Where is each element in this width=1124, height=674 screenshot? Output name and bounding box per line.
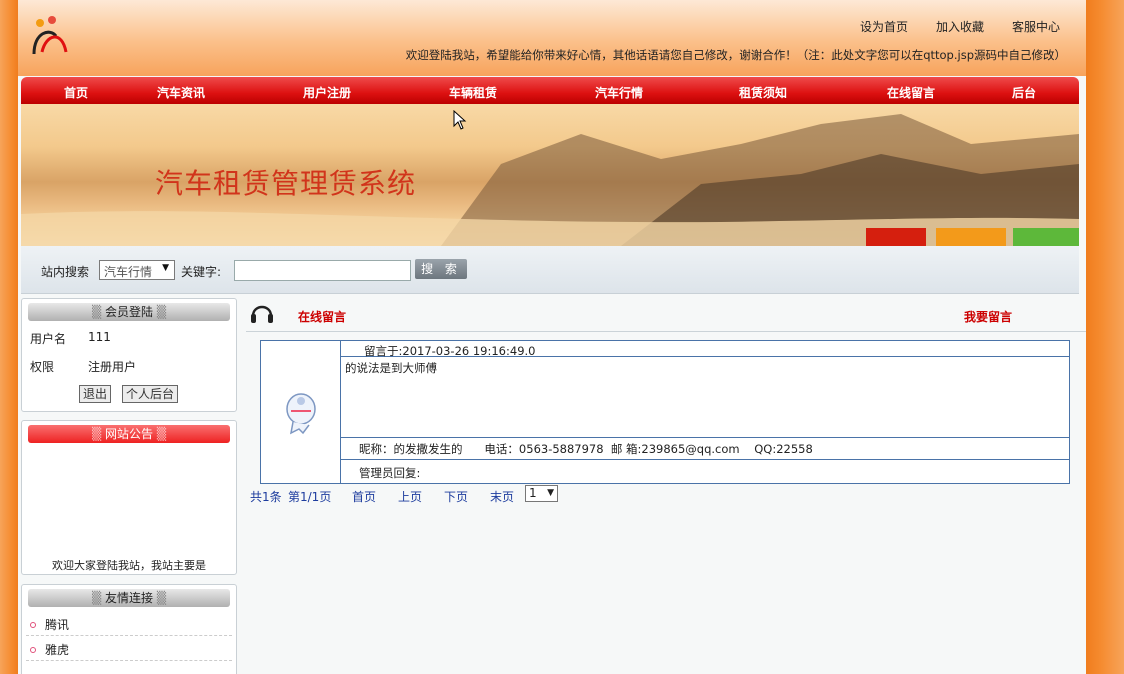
username-label: 用户名 bbox=[30, 332, 67, 346]
page-select-value: 1 bbox=[529, 486, 537, 500]
search-label: 站内搜索 bbox=[41, 265, 90, 279]
nav-admin[interactable]: 后台 bbox=[1012, 84, 1036, 101]
friend-links-panel: ▒ 友情连接 ▒ 腾讯 雅虎 bbox=[21, 584, 237, 674]
bullet-icon bbox=[30, 647, 36, 653]
keyword-label: 关键字: bbox=[181, 265, 222, 279]
search-category-select[interactable]: 汽车行情 ▼ bbox=[99, 260, 175, 280]
message-item: 留言于:2017-03-26 19:16:49.0 的说法是到大师傅 昵称：的发… bbox=[260, 340, 1070, 484]
post-message-link[interactable]: 我要留言 bbox=[964, 308, 1012, 325]
nav-car-market[interactable]: 汽车行情 bbox=[595, 84, 643, 101]
pager-last[interactable]: 末页 bbox=[490, 488, 514, 505]
role-value: 注册用户 bbox=[88, 360, 137, 374]
site-notice-panel: ▒ 网站公告 ▒ 欢迎大家登陆我站，我站主要是 bbox=[21, 420, 237, 575]
notice-scroll-text: 欢迎大家登陆我站，我站主要是 bbox=[52, 560, 206, 572]
logout-button[interactable]: 退出 bbox=[79, 385, 112, 403]
nav-register[interactable]: 用户注册 bbox=[303, 84, 351, 101]
admin-reply-label: 管理员回复: bbox=[359, 466, 421, 480]
message-time: 留言于:2017-03-26 19:16:49.0 bbox=[364, 344, 536, 358]
headphones-icon bbox=[251, 305, 273, 323]
role-label: 权限 bbox=[30, 360, 55, 374]
banner: 汽车租赁管理赁系统 bbox=[21, 104, 1079, 246]
nav-home[interactable]: 首页 bbox=[64, 84, 88, 101]
banner-title: 汽车租赁管理赁系统 bbox=[155, 167, 417, 200]
username-value: 111 bbox=[88, 330, 111, 344]
nav-rental-notice[interactable]: 租赁须知 bbox=[739, 84, 787, 101]
bullet-icon bbox=[30, 622, 36, 628]
avatar bbox=[286, 393, 316, 435]
pager-next[interactable]: 下页 bbox=[444, 488, 468, 505]
page-select[interactable]: 1 ▼ bbox=[525, 485, 558, 502]
pager-total: 共1条 bbox=[250, 490, 282, 504]
personal-center-button[interactable]: 个人后台 bbox=[122, 385, 179, 403]
pager-page: 第1/1页 bbox=[288, 490, 332, 504]
add-favorite-link[interactable]: 加入收藏 bbox=[936, 18, 984, 35]
search-button[interactable]: 搜 索 bbox=[415, 259, 467, 279]
customer-service-link[interactable]: 客服中心 bbox=[1012, 18, 1060, 35]
main-nav: 首页 汽车资讯 用户注册 车辆租赁 汽车行情 租赁须知 在线留言 后台 bbox=[21, 77, 1079, 104]
pager-first[interactable]: 首页 bbox=[352, 488, 376, 505]
top-header: 设为首页 加入收藏 客服中心 欢迎登陆我站，希望能给你带来好心情，其他话语请您自… bbox=[18, 0, 1086, 76]
member-login-panel: ▒ 会员登陆 ▒ 用户名 111 权限 注册用户 退出 个人后台 bbox=[21, 298, 237, 412]
message-avatar-cell bbox=[261, 341, 341, 483]
set-homepage-link[interactable]: 设为首页 bbox=[860, 18, 908, 35]
nav-car-news[interactable]: 汽车资讯 bbox=[157, 84, 205, 101]
guestbook-title: 在线留言 bbox=[298, 310, 347, 324]
mouse-cursor-icon bbox=[453, 110, 467, 130]
friend-links-title: ▒ 友情连接 ▒ bbox=[28, 589, 230, 607]
site-notice-title: ▒ 网站公告 ▒ bbox=[28, 425, 230, 443]
member-login-title: ▒ 会员登陆 ▒ bbox=[28, 303, 230, 321]
top-links: 设为首页 加入收藏 客服中心 bbox=[860, 18, 1060, 35]
chevron-down-icon: ▼ bbox=[162, 263, 169, 273]
page-frame: 设为首页 加入收藏 客服中心 欢迎登陆我站，希望能给你带来好心情，其他话语请您自… bbox=[18, 0, 1086, 674]
site-logo-icon bbox=[32, 16, 68, 55]
message-content: 的说法是到大师傅 bbox=[345, 361, 437, 375]
welcome-text: 欢迎登陆我站，希望能给你带来好心情，其他话语请您自己修改，谢谢合作！（注：此处文… bbox=[405, 48, 1066, 62]
nav-car-rental[interactable]: 车辆租赁 bbox=[449, 84, 497, 101]
message-meta: 昵称：的发撒发生的 电话：0563-5887978 邮 箱:239865@qq.… bbox=[359, 442, 813, 456]
friend-link-item[interactable]: 雅虎 bbox=[30, 641, 69, 658]
guestbook-header: 在线留言 我要留言 bbox=[246, 296, 1086, 332]
nav-guestbook[interactable]: 在线留言 bbox=[887, 84, 935, 101]
friend-link-item[interactable]: 腾讯 bbox=[30, 616, 69, 633]
chevron-down-icon: ▼ bbox=[547, 488, 554, 498]
search-category-value: 汽车行情 bbox=[104, 265, 153, 279]
keyword-input[interactable] bbox=[234, 260, 411, 281]
pager-prev[interactable]: 上页 bbox=[398, 488, 422, 505]
search-bar: 站内搜索 汽车行情 ▼ 关键字: 搜 索 bbox=[21, 246, 1079, 294]
